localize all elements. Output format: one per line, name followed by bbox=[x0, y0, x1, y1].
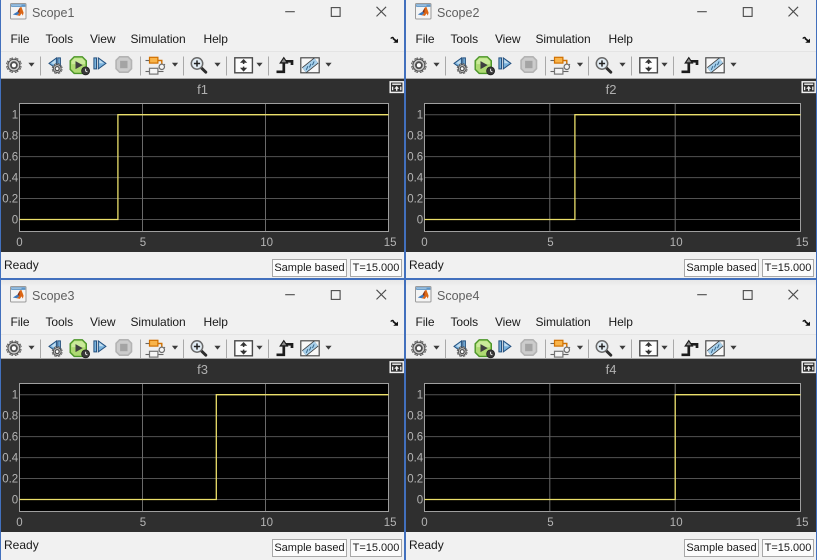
svg-text:0: 0 bbox=[16, 517, 22, 529]
svg-text:0.4: 0.4 bbox=[2, 173, 19, 185]
svg-text:0: 0 bbox=[421, 237, 427, 249]
svg-text:0.4: 0.4 bbox=[407, 173, 424, 185]
svg-text:10: 10 bbox=[260, 237, 273, 249]
svg-text:0: 0 bbox=[16, 237, 22, 249]
svg-text:10: 10 bbox=[670, 517, 683, 529]
svg-text:1: 1 bbox=[12, 390, 18, 402]
svg-text:0.6: 0.6 bbox=[407, 152, 423, 164]
svg-text:1: 1 bbox=[417, 390, 423, 402]
svg-text:0.6: 0.6 bbox=[2, 432, 18, 444]
svg-text:0.2: 0.2 bbox=[407, 194, 423, 206]
svg-text:0.4: 0.4 bbox=[2, 453, 19, 465]
svg-text:0.2: 0.2 bbox=[2, 474, 18, 486]
svg-text:1: 1 bbox=[417, 110, 423, 122]
svg-text:10: 10 bbox=[670, 237, 683, 249]
svg-text:0.8: 0.8 bbox=[407, 131, 423, 143]
svg-text:15: 15 bbox=[384, 237, 397, 249]
svg-text:15: 15 bbox=[796, 237, 809, 249]
svg-text:0.2: 0.2 bbox=[2, 194, 18, 206]
svg-text:0.6: 0.6 bbox=[407, 432, 423, 444]
svg-text:0: 0 bbox=[417, 215, 423, 227]
svg-text:5: 5 bbox=[547, 237, 553, 249]
svg-text:0: 0 bbox=[12, 495, 18, 507]
svg-text:15: 15 bbox=[384, 517, 397, 529]
svg-text:5: 5 bbox=[140, 517, 146, 529]
svg-text:0: 0 bbox=[417, 495, 423, 507]
svg-text:0: 0 bbox=[421, 517, 427, 529]
svg-text:10: 10 bbox=[260, 517, 273, 529]
svg-text:1: 1 bbox=[12, 110, 18, 122]
svg-text:0.6: 0.6 bbox=[2, 152, 18, 164]
svg-text:0.8: 0.8 bbox=[2, 411, 18, 423]
svg-text:15: 15 bbox=[796, 517, 809, 529]
svg-text:5: 5 bbox=[140, 237, 146, 249]
svg-text:0.8: 0.8 bbox=[407, 411, 423, 423]
svg-text:5: 5 bbox=[547, 517, 553, 529]
svg-text:0: 0 bbox=[12, 215, 18, 227]
svg-text:0.2: 0.2 bbox=[407, 474, 423, 486]
svg-text:0.8: 0.8 bbox=[2, 131, 18, 143]
svg-text:0.4: 0.4 bbox=[407, 453, 424, 465]
